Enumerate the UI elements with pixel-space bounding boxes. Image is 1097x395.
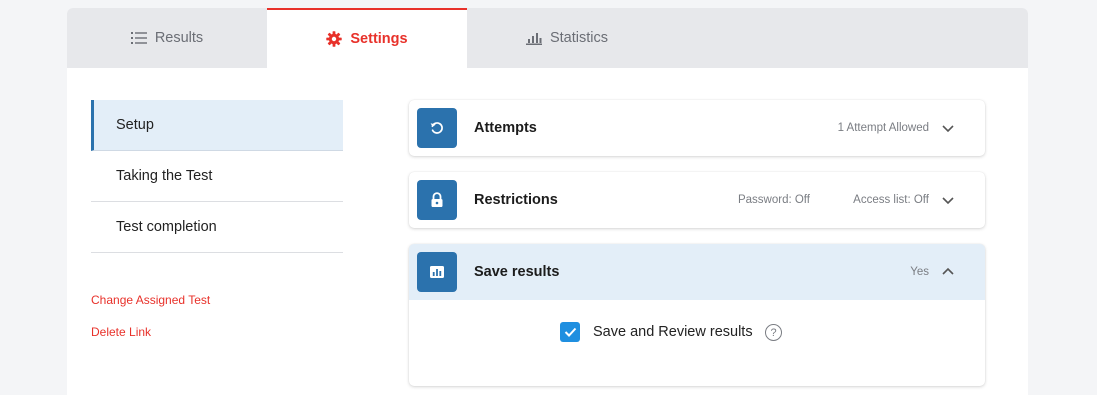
main-panel: Results Settings Statistics Setup Taking… xyxy=(67,8,1028,395)
chart-icon xyxy=(417,252,457,292)
refresh-icon xyxy=(417,108,457,148)
tab-statistics-label: Statistics xyxy=(549,30,608,46)
restrictions-card: Restrictions Password: Off Access list: … xyxy=(409,172,985,228)
tab-results[interactable]: Results xyxy=(67,8,267,68)
checkmark-icon xyxy=(564,327,576,337)
attempts-card: Attempts 1 Attempt Allowed xyxy=(409,100,985,156)
save-results-header[interactable]: Save results Yes xyxy=(409,244,985,300)
lock-icon xyxy=(417,180,457,220)
tab-settings-label: Settings xyxy=(350,31,408,47)
sidebar-item-label: Setup xyxy=(116,117,154,133)
tab-statistics[interactable]: Statistics xyxy=(467,8,667,68)
save-results-title: Save results xyxy=(474,264,560,280)
tab-settings[interactable]: Settings xyxy=(267,8,467,68)
save-review-label[interactable]: Save and Review results xyxy=(593,322,753,342)
change-assigned-test-link[interactable]: Change Assigned Test xyxy=(91,293,210,307)
sidebar-item-test-completion[interactable]: Test completion xyxy=(91,202,343,253)
bar-chart-icon xyxy=(525,32,542,45)
save-results-body: Save and Review results ? xyxy=(409,300,985,386)
save-results-card: Save results Yes Save and Review results… xyxy=(409,244,985,386)
restrictions-title: Restrictions xyxy=(474,192,558,208)
attempts-title: Attempts xyxy=(474,120,537,136)
attempts-summary: 1 Attempt Allowed xyxy=(837,122,929,134)
save-review-checkbox[interactable] xyxy=(560,322,580,342)
sidebar-item-setup[interactable]: Setup xyxy=(91,100,343,151)
gear-icon xyxy=(326,31,343,47)
sidebar-item-label: Taking the Test xyxy=(116,168,213,184)
access-list-status: Access list: Off xyxy=(853,194,929,206)
sidebar-item-taking-the-test[interactable]: Taking the Test xyxy=(91,151,343,202)
chevron-up-icon[interactable] xyxy=(941,265,955,279)
tab-bar: Results Settings Statistics xyxy=(67,8,1028,68)
tab-results-label: Results xyxy=(154,30,204,46)
restrictions-header[interactable]: Restrictions Password: Off Access list: … xyxy=(409,172,985,228)
help-icon[interactable]: ? xyxy=(765,324,782,341)
attempts-header[interactable]: Attempts 1 Attempt Allowed xyxy=(409,100,985,156)
sidebar-item-label: Test completion xyxy=(116,219,217,235)
password-status: Password: Off xyxy=(737,194,810,206)
list-icon xyxy=(130,31,147,45)
chevron-down-icon[interactable] xyxy=(941,193,955,207)
save-results-summary: Yes xyxy=(910,266,929,278)
chevron-down-icon[interactable] xyxy=(941,121,955,135)
delete-link-link[interactable]: Delete Link xyxy=(91,325,151,339)
